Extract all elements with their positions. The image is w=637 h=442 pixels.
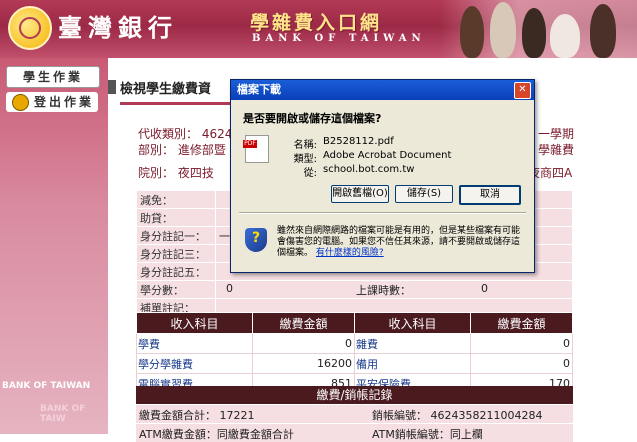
- logout-button[interactable]: 登出作業: [6, 92, 98, 112]
- fee-type-text: 學雜費: [538, 143, 575, 157]
- file-type-value: Adobe Acrobat Document: [323, 150, 452, 161]
- file-from-value: school.bot.com.tw: [323, 164, 415, 175]
- dialog-divider: [239, 212, 526, 214]
- col-header: 繳費金額: [251, 312, 355, 334]
- dialog-title: 檔案下載: [231, 80, 534, 100]
- cancel-button[interactable]: 取消: [459, 185, 521, 205]
- id-note-5-label: 身分註記五：: [136, 262, 216, 281]
- total-amount: 繳費金額合計： 17221: [139, 409, 255, 422]
- sidebar-watermark: BANK OF TAIWAN: [2, 381, 91, 391]
- col-header: 收入科目: [136, 312, 253, 334]
- division: 部別： 進修部暨: [138, 143, 226, 157]
- atm-amount: ATM繳費金額：同繳費金額合計: [139, 428, 294, 441]
- students-banner: [440, 0, 637, 58]
- id-note-3-label: 身分註記三：: [136, 244, 216, 263]
- risk-link[interactable]: 有什麼樣的風險?: [316, 248, 384, 258]
- col-header: 收入科目: [353, 312, 471, 334]
- fee-header-row: 收入科目 繳費金額 收入科目 繳費金額: [136, 312, 574, 334]
- fee-table: 收入科目 繳費金額 收入科目 繳費金額 學費 0 雜費 0 學分學雜費 1620…: [136, 312, 574, 394]
- account-number: 銷帳編號： 4624358211004284: [372, 409, 543, 422]
- logout-label: 登出作業: [34, 95, 95, 109]
- system-subtitle: BANK OF TAIWAN: [252, 33, 426, 44]
- atm-account: ATM銷帳編號：同上欄: [372, 428, 483, 441]
- id-note-1-label: 身分註記一：: [136, 226, 216, 245]
- table-row: 學分數： 0 上課時數： 0: [136, 280, 573, 299]
- fee-item: 備用: [353, 353, 471, 374]
- fee-amount: 16200: [251, 353, 355, 374]
- save-button[interactable]: 儲存(S): [395, 185, 453, 203]
- file-name-value: B2528112.pdf: [323, 136, 394, 147]
- student-tasks-button[interactable]: 學生作業: [6, 66, 100, 88]
- bank-name: 臺灣銀行: [58, 13, 178, 42]
- page-title: 檢視學生繳費資: [120, 82, 212, 97]
- close-icon[interactable]: ✕: [514, 82, 531, 99]
- credits-label: 學分數：: [136, 280, 216, 299]
- logout-icon: [12, 94, 29, 111]
- hours-value: 0: [481, 282, 488, 295]
- record-row: 繳費金額合計： 17221 銷帳編號： 4624358211004284: [136, 405, 573, 423]
- app-header: 臺灣銀行 學雜費入口網 BANK OF TAIWAN: [0, 0, 637, 58]
- file-from-label: 從:: [303, 168, 317, 179]
- record-header: 繳費/銷帳記錄: [136, 386, 573, 404]
- dialog-question: 是否要開啟或儲存這個檔案?: [243, 112, 382, 125]
- semester-text: 一學期: [538, 127, 575, 141]
- title-marker-icon: [108, 80, 116, 94]
- hours-label: 上課時數：: [356, 284, 411, 297]
- pdf-badge: PDF: [243, 140, 257, 148]
- table-row: 學分學雜費 16200 備用 0: [136, 353, 574, 374]
- credits-value: 0: [226, 282, 233, 295]
- warning-text: 雖然來自網際網路的檔案可能是有用的，但是某些檔案有可能會傷害您的電腦。如果您不信…: [277, 226, 523, 259]
- fee-amount: 0: [469, 353, 574, 374]
- fee-amount: 0: [469, 333, 574, 354]
- fee-amount: 0: [251, 333, 355, 354]
- file-type-label: 類型:: [293, 154, 317, 165]
- bank-logo-icon: [8, 6, 52, 50]
- fee-item: 學費: [136, 333, 253, 354]
- sidebar-watermark-2: BANK OF TAIW: [40, 404, 86, 424]
- col-header: 繳費金額: [469, 312, 574, 334]
- sidebar: 學生作業 登出作業 BANK OF TAIWAN BANK OF TAIW: [0, 58, 108, 434]
- college: 院別： 夜四技: [138, 166, 214, 180]
- fee-item: 學分學雜費: [136, 353, 253, 374]
- security-shield-icon: ?: [245, 228, 267, 252]
- system-title: 學雜費入口網: [250, 12, 383, 34]
- loan-label: 助貸：: [136, 208, 216, 227]
- file-name-label: 名稱:: [293, 140, 317, 151]
- collect-type: 代收類別： 4624: [138, 127, 233, 141]
- table-row: 學費 0 雜費 0: [136, 333, 574, 354]
- open-button[interactable]: 開啟舊檔(O): [331, 185, 389, 203]
- discount-label: 減免：: [136, 190, 216, 209]
- file-download-dialog: 檔案下載 ✕ 是否要開啟或儲存這個檔案? PDF 名稱: B2528112.pd…: [230, 79, 535, 273]
- record-row: ATM繳費金額：同繳費金額合計 ATM銷帳編號：同上欄: [136, 424, 573, 442]
- fee-item: 雜費: [353, 333, 471, 354]
- pdf-file-icon: PDF: [243, 135, 269, 163]
- warning-message: 雖然來自網際網路的檔案可能是有用的，但是某些檔案有可能會傷害您的電腦。如果您不信…: [277, 226, 521, 258]
